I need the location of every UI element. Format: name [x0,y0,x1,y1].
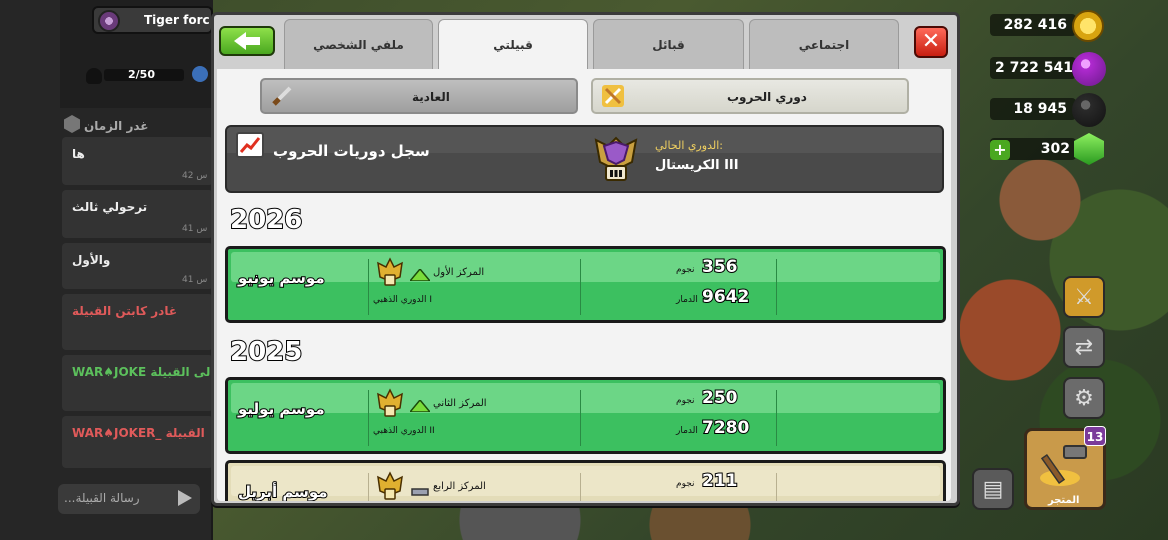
crossed-swords-icon [601,84,625,108]
chat-message-time: س 41 [182,224,208,234]
potion-icon [192,66,208,82]
stars-value: 356 [701,256,738,278]
stay-dash-icon [410,483,430,496]
chat-event: WAR♠JOKER_ القبيلة [62,416,213,468]
close-button[interactable]: ✕ [914,26,948,58]
shop-badge: 13 [1084,426,1106,446]
season-list-clip: موسم أبريل المركز الرابع نجوم 211 [217,455,951,501]
dark-elixir-icon [1072,93,1106,127]
chat-event-text: WAR♠JOKE إلى القبيلة [72,365,215,379]
back-arrow-icon [234,32,260,50]
destruction-label: الدمار [676,295,698,305]
hammer-icon [1036,440,1092,488]
settings-gear-icon[interactable]: ⚙ [1063,377,1105,419]
season-name: موسم أبريل [237,482,329,501]
chat-section-label: غدر الزمان [84,119,149,133]
chat-message: ها س 42 [62,137,213,185]
elixir-amount: 2 722 541 [995,60,1073,76]
season-name: موسم يونيو [237,268,326,288]
chat-message-text: ها [72,147,85,161]
chat-event: WAR♠JOKE إلى القبيلة [62,355,215,411]
season-rank: المركز الرابع [433,481,486,492]
stars-value: 211 [701,470,738,492]
chat-input-placeholder: ...رسالة القبيلة [64,491,140,505]
event-icon[interactable]: ⚔ [1063,276,1105,318]
chat-message-text: ترحولي ثالث [72,200,148,214]
destruction-value: 7280 [701,417,750,439]
chat-message-time: س 42 [182,171,208,181]
league-log-title: سجل دوريات الحروب [273,142,430,160]
stars-value: 250 [701,387,738,409]
tab-social[interactable]: اجتماعي [749,19,899,70]
troop-icon [86,68,102,84]
chat-message: والأول س 41 [62,243,213,289]
season-row[interactable]: موسم يونيو المركز الأول الدوري الذهبي I … [225,246,946,323]
subtab-war-league-label: دوري الحروب [727,90,807,104]
season-row[interactable]: موسم أبريل المركز الرابع نجوم 211 [225,460,946,501]
gold-league-badge-icon [374,257,406,287]
gems-amount: 302 [1040,141,1070,157]
current-league-label: الدوري الحالي: [655,139,724,152]
shop-label: المتجر [1048,495,1080,506]
season-rank: المركز الثاني [433,398,487,409]
clan-badge-icon [98,10,120,32]
current-league-name: الكريستال III [655,158,739,173]
chat-event: غادر كابتن القبيلة [62,294,213,350]
trend-chart-icon [236,132,264,158]
stars-label: نجوم [676,265,695,275]
tab-my-clan[interactable]: قبيلتي [438,19,588,72]
crystal-league-icon [590,132,642,184]
subtab-war-league[interactable]: دوري الحروب [591,78,909,114]
gold-amount: 282 416 [1003,17,1067,33]
destruction-label: الدمار [676,426,698,436]
destruction-value: 9642 [701,286,750,308]
promotion-arrow-icon [408,397,432,413]
chat-message-text: والأول [72,253,111,267]
promotion-arrow-icon [408,266,432,282]
sword-icon [270,84,294,108]
elixir-drop-icon [1072,52,1106,86]
send-icon[interactable] [178,490,192,506]
subtab-regular-wars[interactable]: العادية [260,78,578,114]
chat-message-time: س 41 [182,275,208,285]
clan-name: Tiger forc [144,13,210,27]
donation-count: 2/50 [128,68,155,81]
gold-league-badge-icon [374,388,406,418]
stars-label: نجوم [676,396,695,406]
dark-elixir-amount: 18 945 [1013,101,1067,117]
chat-event-text: WAR♠JOKER_ القبيلة [72,426,205,440]
season-name: موسم يوليو [237,399,326,419]
gold-coin-icon [1072,10,1104,42]
subtab-regular-label: العادية [412,90,450,104]
season-rank: المركز الأول [433,267,485,278]
tab-profile[interactable]: ملفي الشخصي [284,19,433,70]
chat-message: ترحولي ثالث س 41 [62,190,213,238]
year-heading: 2025 [229,336,303,368]
season-league: الدوري الذهبي II [373,426,435,436]
back-button[interactable] [219,26,275,56]
season-league: الدوري الذهبي I [373,295,433,305]
stars-label: نجوم [676,479,695,489]
friendly-challenge-icon[interactable]: ⇄ [1063,326,1105,368]
tab-clans[interactable]: قبائل [593,19,744,70]
season-row[interactable]: موسم يوليو المركز الثاني الدوري الذهبي I… [225,377,946,454]
gold-league-badge-icon [374,471,406,501]
year-heading: 2026 [229,204,303,236]
chat-event-text: غادر كابتن القبيلة [72,304,178,318]
layout-editor-icon[interactable]: ▤ [972,468,1014,510]
